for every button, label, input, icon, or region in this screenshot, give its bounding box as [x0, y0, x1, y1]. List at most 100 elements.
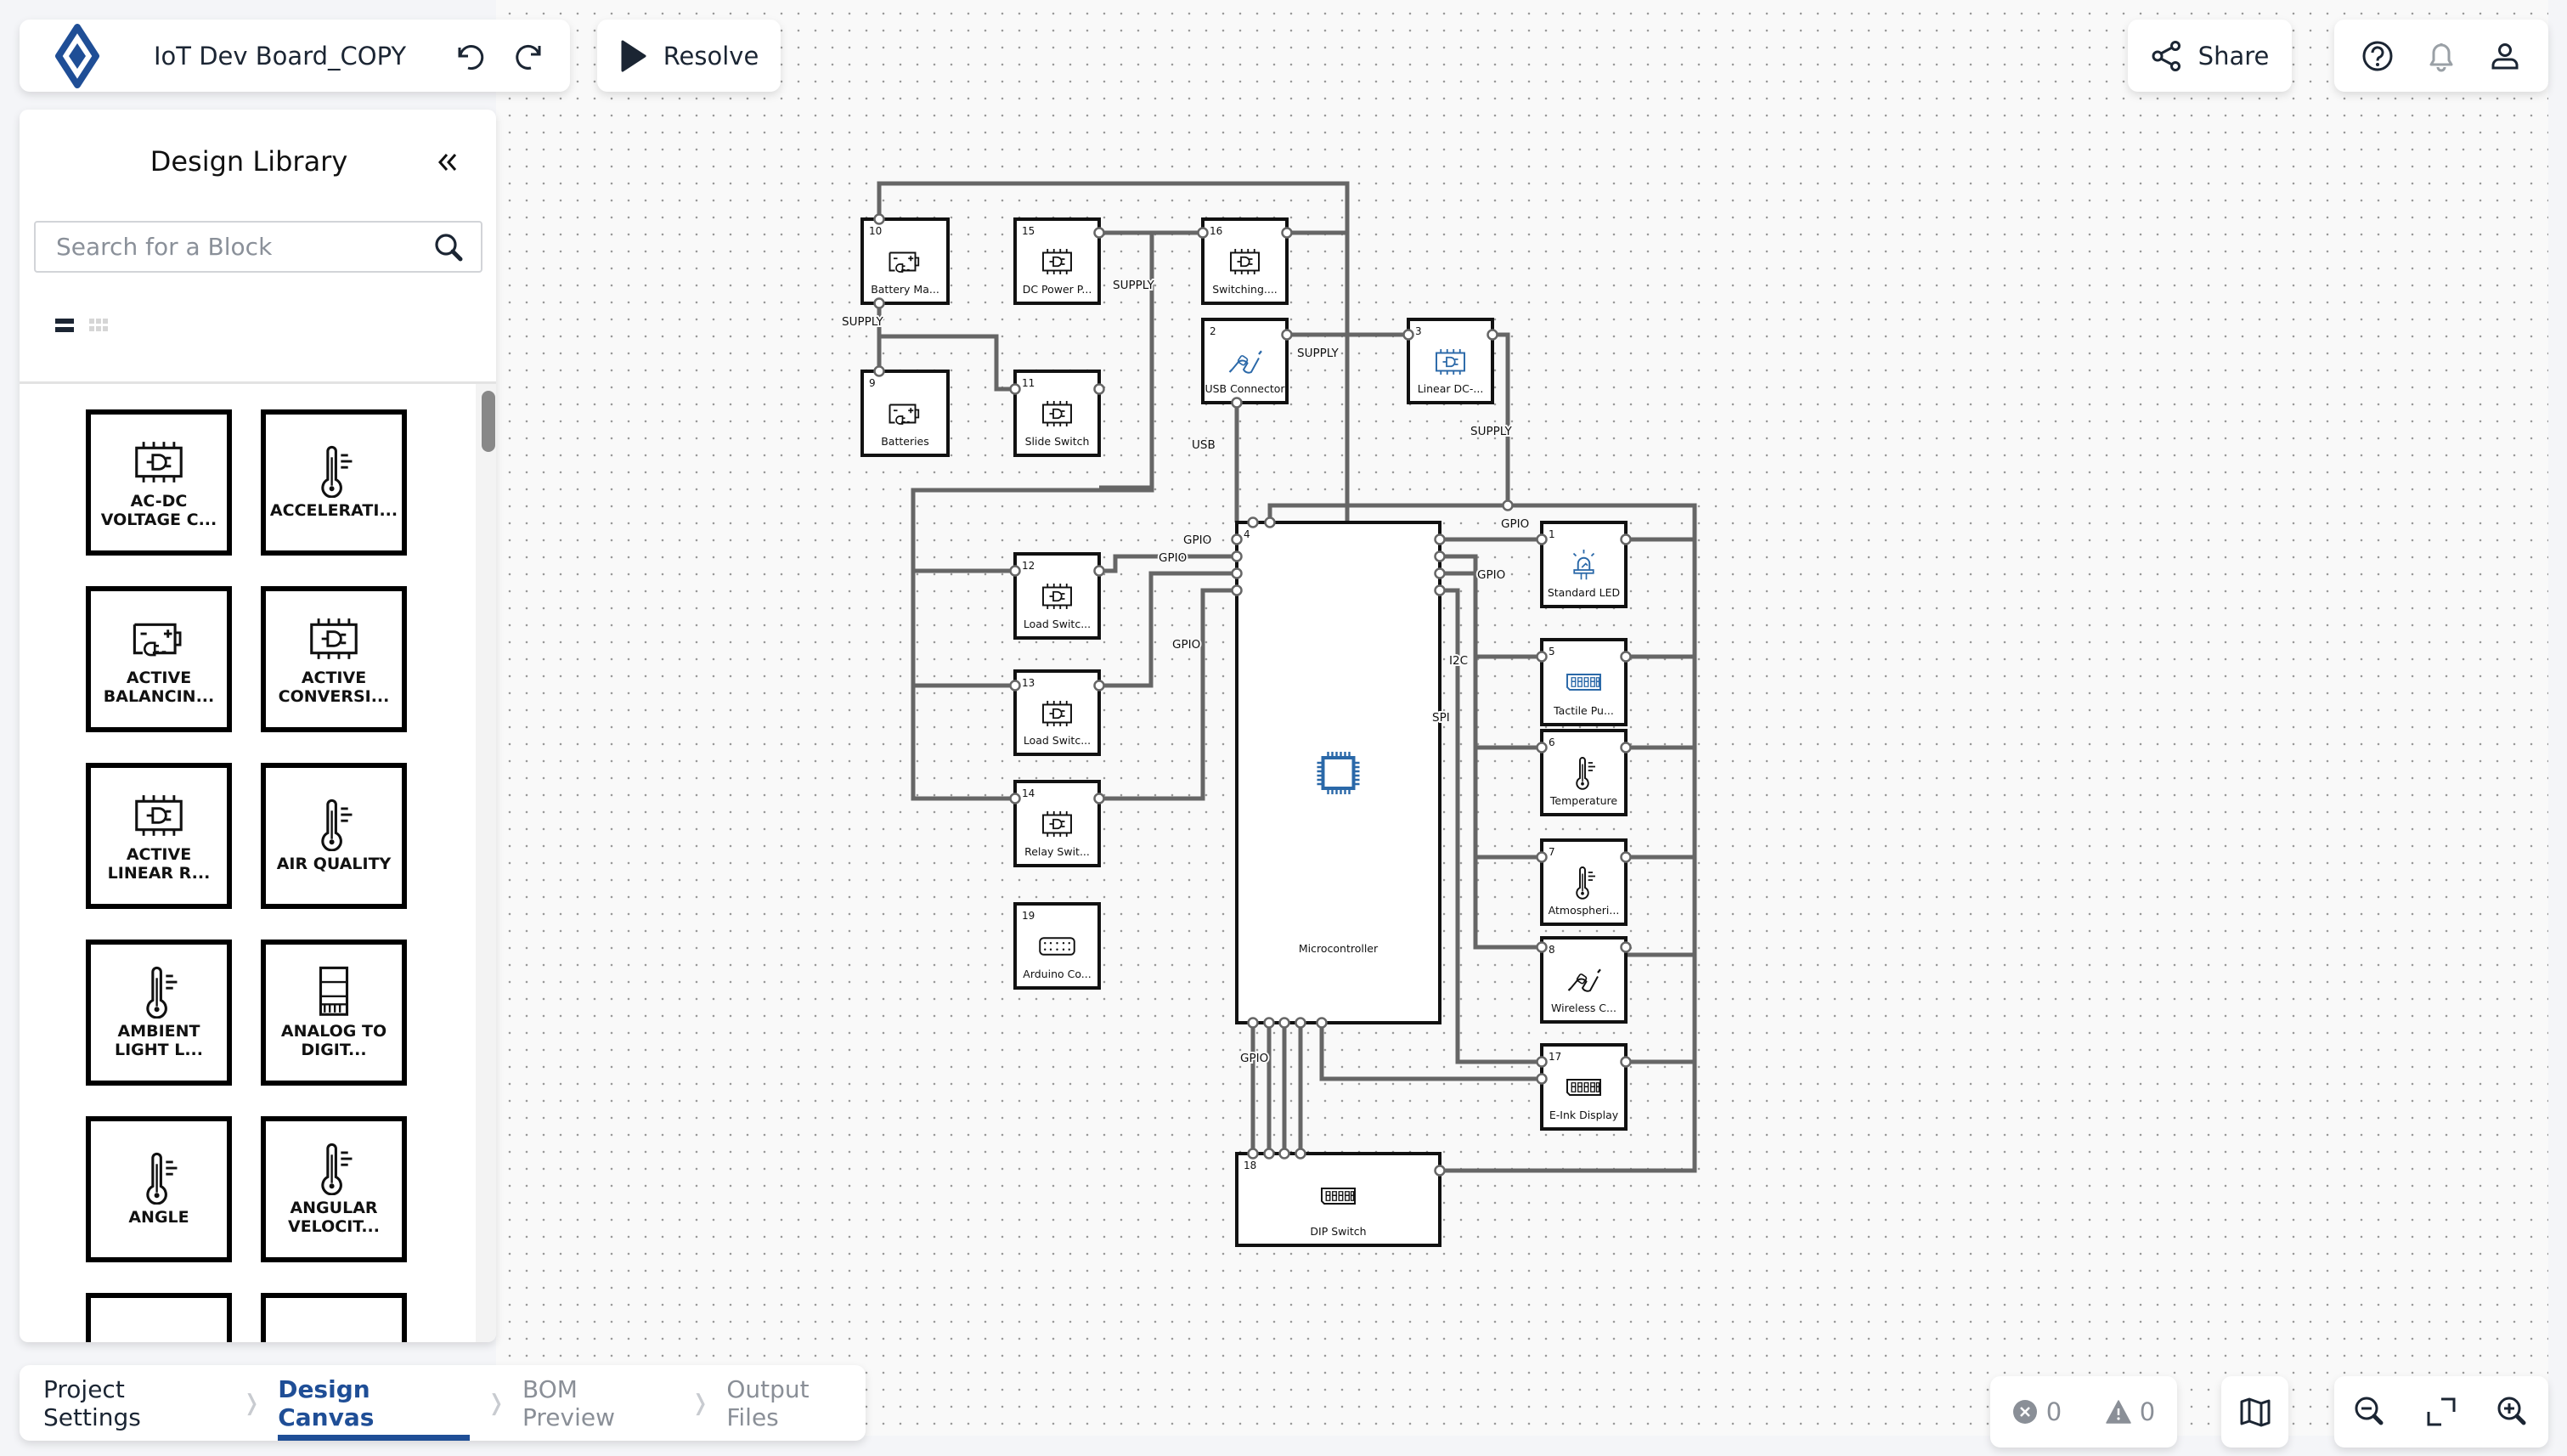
port-pin[interactable]	[1536, 742, 1548, 753]
port-pin[interactable]	[1295, 1148, 1306, 1160]
port-pin[interactable]	[1264, 516, 1276, 528]
port-pin[interactable]	[1278, 1017, 1290, 1029]
port-pin[interactable]	[1009, 383, 1021, 395]
step-bom-preview[interactable]: BOM Preview	[522, 1365, 674, 1441]
port-pin[interactable]	[1247, 516, 1259, 528]
port-pin[interactable]	[1093, 227, 1105, 239]
library-block-card[interactable]	[261, 1293, 407, 1342]
schematic-block[interactable]: 9 Batteries	[860, 370, 950, 457]
step-project-settings[interactable]: Project Settings	[43, 1365, 225, 1441]
port-pin[interactable]	[1197, 227, 1209, 239]
schematic-block[interactable]: 10 Battery Ma...	[860, 217, 950, 305]
schematic-block[interactable]: 6 Temperature	[1540, 729, 1628, 816]
library-block-card[interactable]: ANGULAR VELOCIT...	[261, 1116, 407, 1262]
port-pin[interactable]	[1231, 550, 1243, 562]
port-pin[interactable]	[1502, 499, 1514, 511]
library-block-card[interactable]: ACTIVE LINEAR R...	[86, 763, 232, 909]
undo-button[interactable]	[444, 32, 492, 80]
port-pin[interactable]	[1536, 941, 1548, 953]
port-pin[interactable]	[1093, 793, 1105, 804]
schematic-block[interactable]: 12 Load Switc...	[1013, 552, 1101, 640]
notifications-button[interactable]	[2424, 39, 2458, 73]
library-block-card[interactable]: AMBIENT LIGHT L...	[86, 940, 232, 1086]
port-pin[interactable]	[1620, 651, 1632, 663]
resolve-button[interactable]: Resolve	[597, 20, 781, 92]
warning-count-button[interactable]: 0	[2106, 1397, 2155, 1426]
search-field[interactable]	[34, 221, 482, 273]
port-pin[interactable]	[1536, 651, 1548, 663]
library-block-card[interactable]: AC-DC VOLTAGE C...	[86, 409, 232, 556]
port-pin[interactable]	[1620, 941, 1632, 953]
account-button[interactable]	[2488, 39, 2522, 73]
port-pin[interactable]	[1620, 851, 1632, 863]
port-pin[interactable]	[1231, 584, 1243, 596]
schematic-block[interactable]: 18 DIP Switch	[1235, 1152, 1441, 1247]
schematic-block[interactable]: 1 Standard LED	[1540, 521, 1628, 608]
zoom-out-button[interactable]	[2353, 1395, 2387, 1429]
port-pin[interactable]	[873, 365, 885, 377]
search-icon[interactable]	[432, 230, 465, 264]
port-pin[interactable]	[1620, 1056, 1632, 1068]
port-pin[interactable]	[1009, 565, 1021, 577]
library-block-card[interactable]: ACTIVE CONVERSI...	[261, 586, 407, 732]
port-pin[interactable]	[873, 213, 885, 225]
schematic-block[interactable]: 11 Slide Switch	[1013, 370, 1101, 457]
schematic-block[interactable]: 17 E-Ink Display	[1540, 1043, 1628, 1131]
library-block-card[interactable]: ANGLE	[86, 1116, 232, 1262]
port-pin[interactable]	[1231, 567, 1243, 579]
error-count-button[interactable]: 0	[2012, 1397, 2062, 1426]
library-block-card[interactable]: ACCELERATI...	[261, 409, 407, 556]
step-design-canvas[interactable]: Design Canvas	[278, 1365, 471, 1441]
schematic-block[interactable]: 5 Tactile Pu...	[1540, 638, 1628, 726]
port-pin[interactable]	[1247, 1148, 1259, 1160]
library-list[interactable]: AC-DC VOLTAGE C... ACCELERATI... ACTIVE BA…	[20, 384, 478, 1342]
schematic-block[interactable]: 16 Switching....	[1201, 217, 1289, 305]
port-pin[interactable]	[1434, 550, 1446, 562]
library-block-card[interactable]: ANALOG TO DIGIT...	[261, 940, 407, 1086]
port-pin[interactable]	[1536, 1056, 1548, 1068]
schematic-block[interactable]: 15 DC Power P...	[1013, 217, 1101, 305]
library-block-card[interactable]	[86, 1293, 232, 1342]
port-pin[interactable]	[1402, 329, 1414, 341]
scrollbar-thumb[interactable]	[482, 391, 495, 452]
port-pin[interactable]	[1536, 851, 1548, 863]
schematic-block[interactable]: 8 Wireless C...	[1540, 936, 1628, 1024]
minimap-button[interactable]	[2221, 1376, 2288, 1448]
zoom-in-button[interactable]	[2496, 1395, 2530, 1429]
port-pin[interactable]	[1434, 584, 1446, 596]
fit-screen-button[interactable]	[2424, 1395, 2458, 1429]
port-pin[interactable]	[1231, 533, 1243, 545]
port-pin[interactable]	[1263, 1148, 1275, 1160]
design-canvas[interactable]: 10 Battery Ma... 15 DC Power P... 16 Switchin…	[496, 0, 2548, 1436]
schematic-block[interactable]: 3 Linear DC-...	[1407, 318, 1494, 404]
library-block-card[interactable]: ACTIVE BALANCIN...	[86, 586, 232, 732]
project-title[interactable]: IoT Dev Board_COPY	[154, 42, 444, 71]
port-pin[interactable]	[1620, 533, 1632, 545]
grid-view-icon[interactable]	[89, 318, 110, 335]
share-button[interactable]: Share	[2128, 20, 2292, 92]
port-pin[interactable]	[1281, 329, 1293, 341]
port-pin[interactable]	[1247, 1017, 1259, 1029]
port-pin[interactable]	[1487, 329, 1498, 341]
collapse-sidebar-button[interactable]	[429, 144, 466, 181]
list-view-icon[interactable]	[55, 318, 77, 335]
schematic-block[interactable]: 2 USB Connector	[1201, 318, 1289, 404]
port-pin[interactable]	[1009, 793, 1021, 804]
port-pin[interactable]	[1536, 1073, 1548, 1085]
port-pin[interactable]	[1434, 567, 1446, 579]
schematic-block[interactable]: 14 Relay Swit...	[1013, 780, 1101, 867]
search-input[interactable]	[54, 232, 432, 262]
help-button[interactable]	[2361, 39, 2395, 73]
port-pin[interactable]	[1231, 397, 1243, 409]
schematic-block[interactable]: 13 Load Switc...	[1013, 669, 1101, 756]
library-scrollbar[interactable]	[476, 384, 496, 1342]
schematic-block[interactable]: 19 Arduino Co...	[1013, 902, 1101, 990]
port-pin[interactable]	[1281, 227, 1293, 239]
port-pin[interactable]	[1295, 1017, 1306, 1029]
port-pin[interactable]	[1263, 1017, 1275, 1029]
port-pin[interactable]	[1093, 383, 1105, 395]
port-pin[interactable]	[1009, 680, 1021, 691]
schematic-diagram[interactable]: 10Battery Ma... 15DC Power P... 16Switchin…	[496, 0, 2548, 1436]
port-pin[interactable]	[1536, 533, 1548, 545]
schematic-block[interactable]: 4 Microcontroller	[1235, 521, 1441, 1024]
